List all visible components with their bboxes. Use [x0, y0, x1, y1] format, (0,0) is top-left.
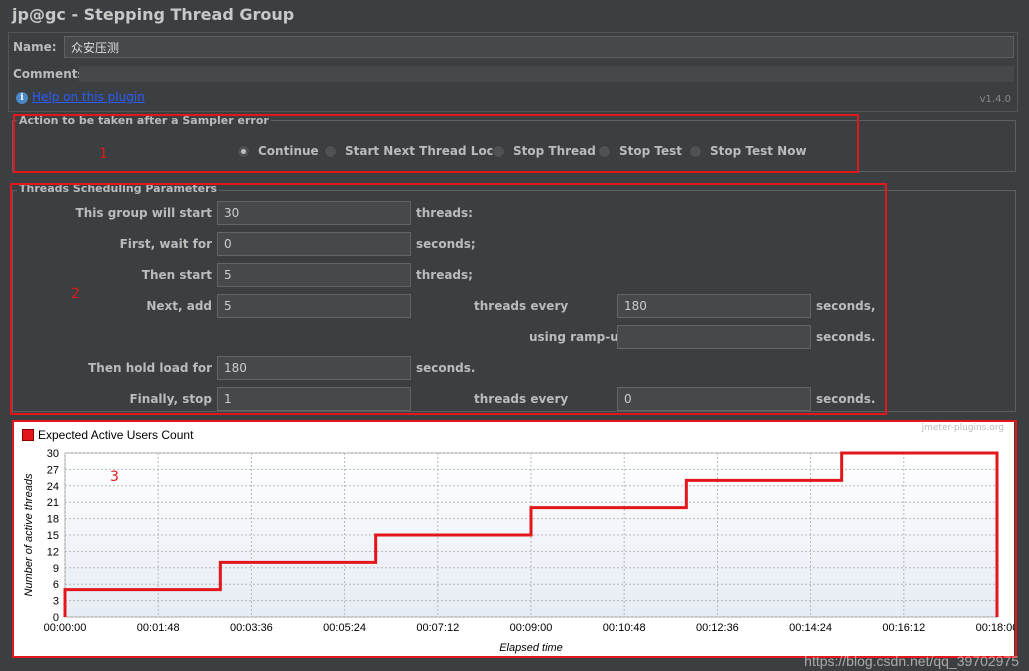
rampup-unit: seconds. — [816, 330, 876, 344]
start-threads-input[interactable] — [217, 201, 411, 225]
radio-dot — [324, 144, 337, 158]
comments-field[interactable] — [79, 66, 1014, 82]
hold-load-unit: seconds. — [416, 361, 476, 375]
radio-dot — [598, 144, 611, 158]
radio-stop-test[interactable]: Stop Test — [598, 144, 682, 158]
annotation-box-3 — [12, 420, 1017, 658]
rampup-label: using ramp-up — [529, 330, 628, 344]
finally-stop-label: Finally, stop — [129, 392, 212, 406]
radio-dot — [237, 144, 250, 158]
first-wait-input[interactable] — [217, 232, 411, 256]
stop-unit: seconds. — [816, 392, 876, 406]
then-start-input[interactable] — [217, 263, 411, 287]
next-add-label: Next, add — [146, 299, 212, 313]
name-input[interactable] — [64, 36, 1014, 58]
next-add-threads-every: threads every — [474, 299, 569, 313]
start-threads-unit: threads: — [416, 206, 473, 220]
annotation-number-3: 3 — [110, 469, 119, 485]
then-start-label: Then start — [141, 268, 212, 282]
stop-threads-every: threads every — [474, 392, 569, 406]
stop-every-input[interactable] — [617, 387, 811, 411]
start-threads-label: This group will start — [75, 206, 212, 220]
window-title: jp@gc - Stepping Thread Group — [12, 5, 295, 24]
radio-stop-test-now[interactable]: Stop Test Now — [689, 144, 807, 158]
hold-load-label: Then hold load for — [88, 361, 212, 375]
next-add-input[interactable] — [217, 294, 411, 318]
radio-dot — [689, 144, 702, 158]
finally-stop-input[interactable] — [217, 387, 411, 411]
comments-label: Comments: — [13, 67, 90, 81]
name-panel: Name: Comments: i Help on this plugin v1… — [8, 32, 1018, 112]
first-wait-label: First, wait for — [119, 237, 212, 251]
radio-stop-thread[interactable]: Stop Thread — [492, 144, 596, 158]
help-link[interactable]: Help on this plugin — [32, 90, 145, 104]
name-label: Name: — [13, 40, 57, 54]
next-add-unit: seconds, — [816, 299, 876, 313]
first-wait-unit: seconds; — [416, 237, 476, 251]
rampup-input[interactable] — [617, 325, 811, 349]
then-start-unit: threads; — [416, 268, 473, 282]
info-icon: i — [16, 92, 28, 104]
radio-continue[interactable]: Continue — [237, 144, 319, 158]
csdn-watermark: https://blog.csdn.net/qq_39702975 — [804, 653, 1019, 669]
annotation-number-1: 1 — [99, 146, 108, 162]
radio-start-next-thread-loop[interactable]: Start Next Thread Loop — [324, 144, 504, 158]
radio-dot — [492, 144, 505, 158]
hold-load-input[interactable] — [217, 356, 411, 380]
next-add-every-input[interactable] — [617, 294, 811, 318]
version-label: v1.4.0 — [979, 94, 1011, 105]
